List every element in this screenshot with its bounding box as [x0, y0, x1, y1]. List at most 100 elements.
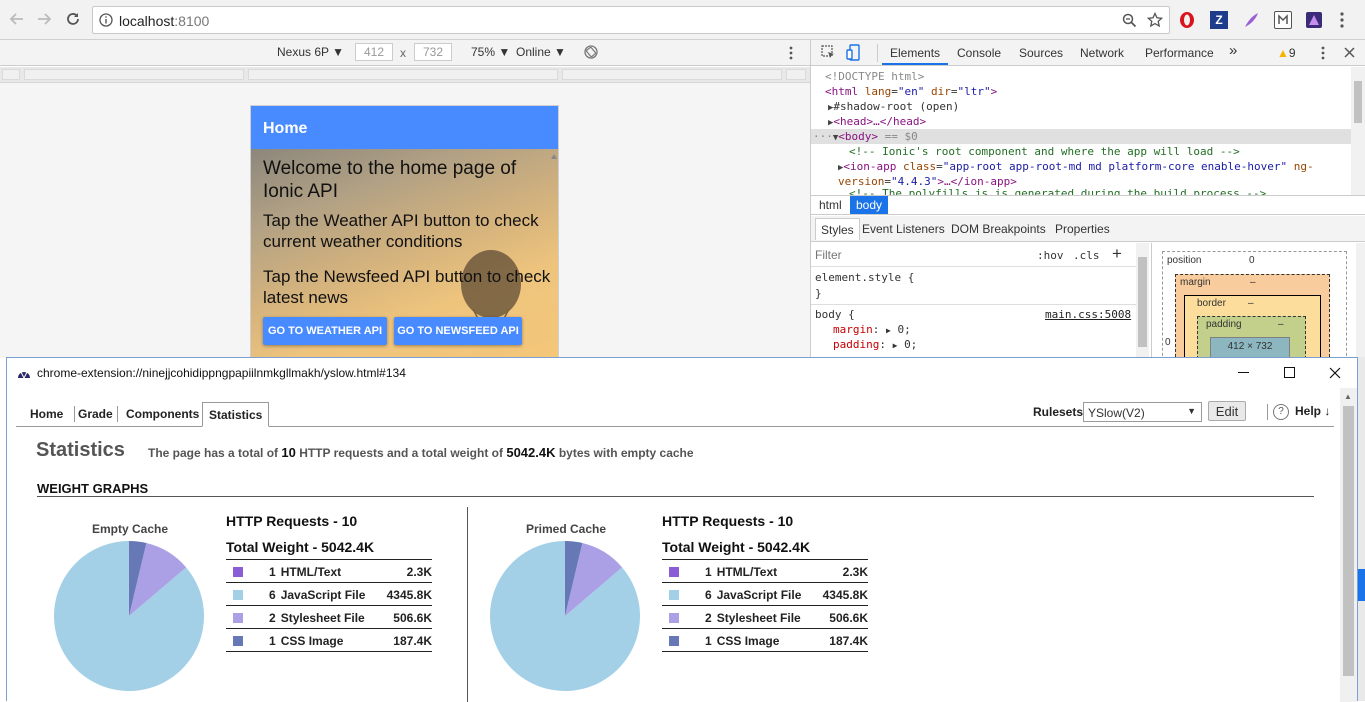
- subtab-properties[interactable]: Properties: [1055, 222, 1110, 236]
- tab-network[interactable]: Network: [1080, 46, 1124, 60]
- legend-swatch: [233, 636, 243, 646]
- forward-icon[interactable]: [33, 8, 55, 30]
- media-query-segment[interactable]: [562, 69, 782, 80]
- star-icon[interactable]: [1147, 12, 1163, 28]
- filter-input[interactable]: [815, 246, 1015, 264]
- height-input[interactable]: 732: [414, 43, 452, 61]
- shadow-root-text: #shadow-root (open): [833, 100, 959, 113]
- dom-ion-app[interactable]: ▶<ion-app class="app-root app-root-md md…: [811, 159, 1351, 174]
- dom-scrollbar[interactable]: [1351, 67, 1365, 195]
- media-query-segment[interactable]: [2, 69, 20, 80]
- device-toggle-icon[interactable]: [846, 44, 862, 61]
- dom-html[interactable]: <html lang="en" dir="ltr">: [811, 84, 1351, 99]
- weather-api-button[interactable]: GO TO WEATHER API: [263, 317, 387, 345]
- devtools-more-icon[interactable]: [1321, 46, 1325, 60]
- media-query-segment[interactable]: [248, 69, 558, 80]
- legend-swatch: [669, 567, 679, 577]
- dom-shadow-root[interactable]: ▶#shadow-root (open): [811, 99, 1351, 114]
- help-link[interactable]: Help ↓: [1295, 404, 1330, 418]
- tab-sources[interactable]: Sources: [1019, 46, 1063, 60]
- help-arrow-icon: ↓: [1324, 404, 1330, 418]
- padding-value: 0;: [904, 338, 917, 351]
- dom-polyfill-comment[interactable]: <!-- The polyfills js is generated durin…: [811, 188, 1351, 195]
- app-scrollbar[interactable]: [550, 151, 558, 356]
- summary-pre: The page has a total of: [148, 446, 278, 460]
- styles-subtabs: Styles Event Listeners DOM Breakpoints P…: [811, 216, 1365, 242]
- opera-extension-icon[interactable]: [1178, 11, 1196, 29]
- width-input[interactable]: 412: [355, 43, 393, 61]
- expand-arrow-icon[interactable]: ▶: [893, 341, 898, 350]
- tab-performance[interactable]: Performance: [1145, 46, 1214, 60]
- media-query-bar[interactable]: [0, 67, 810, 83]
- yslow-scrollbar[interactable]: ▲: [1340, 388, 1357, 702]
- hov-toggle[interactable]: :hov: [1037, 249, 1064, 262]
- ruleset-value: YSlow(V2): [1088, 406, 1145, 420]
- cls-toggle[interactable]: .cls: [1073, 249, 1100, 262]
- tab-components[interactable]: Components: [120, 402, 205, 426]
- dom-comment[interactable]: <!-- Ionic's root component and where th…: [811, 144, 1351, 159]
- back-icon[interactable]: [6, 8, 28, 30]
- feather-extension-icon[interactable]: [1242, 11, 1260, 29]
- newsfeed-api-button[interactable]: GO TO NEWSFEED API: [394, 317, 522, 345]
- tab-grade[interactable]: Grade: [72, 402, 119, 426]
- inspect-icon[interactable]: [821, 45, 836, 60]
- device-more-icon[interactable]: [789, 46, 793, 60]
- purple-extension-icon[interactable]: [1305, 11, 1323, 29]
- minimize-button[interactable]: [1238, 372, 1249, 373]
- legend-size: 187.4K: [393, 634, 432, 648]
- padding-declaration[interactable]: padding: ▶ 0;: [833, 338, 917, 351]
- box-extension-icon[interactable]: [1274, 11, 1292, 29]
- z-extension-icon[interactable]: Z: [1210, 11, 1228, 29]
- subtab-dom-breakpoints[interactable]: DOM Breakpoints: [951, 222, 1046, 236]
- help-question-icon[interactable]: ?: [1273, 404, 1289, 420]
- subtab-styles[interactable]: Styles: [815, 218, 860, 240]
- margin-declaration[interactable]: margin: ▶ 0;: [833, 323, 911, 336]
- box-position[interactable]: position 0 0 margin – border – padding –…: [1162, 251, 1347, 361]
- expand-arrow-icon[interactable]: ▶: [886, 326, 891, 335]
- tab-home[interactable]: Home: [24, 402, 69, 426]
- summary-weight: 5042.4K: [506, 445, 555, 460]
- media-query-segment[interactable]: [24, 69, 244, 80]
- dom-ion-app-cont[interactable]: version="4.4.3">…</ion-app>: [811, 174, 1351, 189]
- scroll-up-icon[interactable]: ▲: [1344, 392, 1352, 401]
- dom-tree[interactable]: <!DOCTYPE html> <html lang="en" dir="ltr…: [811, 67, 1365, 195]
- tab-console[interactable]: Console: [957, 46, 1001, 60]
- box-scrollbar[interactable]: [1356, 243, 1365, 358]
- styles-scrollbar[interactable]: [1136, 243, 1149, 358]
- devtools-close-icon[interactable]: [1344, 47, 1355, 58]
- element-style-rule[interactable]: element.style {: [815, 271, 914, 284]
- dom-head[interactable]: ▶<head>…</head>: [811, 114, 1351, 129]
- box-margin[interactable]: margin – border – padding – 412 × 732: [1175, 274, 1330, 362]
- tab-statistics[interactable]: Statistics: [202, 402, 269, 427]
- ruleset-select[interactable]: YSlow(V2) ▼: [1083, 402, 1202, 422]
- subtab-event-listeners[interactable]: Event Listeners: [862, 222, 945, 236]
- body-rule-selector[interactable]: body {: [815, 308, 855, 321]
- zoom-select[interactable]: 75% ▼: [471, 45, 510, 59]
- more-tabs-button[interactable]: »: [1229, 42, 1237, 59]
- box-border[interactable]: border – padding – 412 × 732: [1184, 295, 1321, 363]
- dom-body-selected[interactable]: ···▼<body> == $0: [811, 129, 1351, 144]
- reload-icon[interactable]: [62, 8, 84, 30]
- box-position-label: position: [1167, 255, 1201, 266]
- window-close-icon[interactable]: [1329, 367, 1341, 379]
- edit-button[interactable]: Edit: [1208, 401, 1246, 421]
- warning-badge[interactable]: ▲9: [1277, 46, 1296, 60]
- info-icon[interactable]: [99, 13, 113, 27]
- address-bar[interactable]: localhost:8100: [92, 6, 1170, 34]
- chevron-down-icon: ▼: [1187, 406, 1196, 416]
- margin-prop: margin: [833, 323, 873, 336]
- menu-icon[interactable]: [1340, 12, 1344, 28]
- device-select[interactable]: Nexus 6P ▼: [277, 45, 344, 59]
- crumb-body[interactable]: body: [850, 196, 888, 214]
- rotate-icon[interactable]: [584, 45, 598, 59]
- crumb-html[interactable]: html: [819, 198, 842, 212]
- maximize-button[interactable]: [1284, 367, 1295, 378]
- tab-elements[interactable]: Elements: [890, 46, 940, 60]
- media-query-segment[interactable]: [786, 69, 806, 80]
- new-rule-button[interactable]: +: [1112, 244, 1122, 264]
- dom-doctype[interactable]: <!DOCTYPE html>: [811, 69, 1351, 84]
- zoom-icon[interactable]: [1122, 13, 1137, 28]
- network-select[interactable]: Online ▼: [516, 45, 566, 59]
- scroll-thumb[interactable]: [1343, 406, 1354, 676]
- source-link[interactable]: main.css:5008: [1045, 308, 1131, 321]
